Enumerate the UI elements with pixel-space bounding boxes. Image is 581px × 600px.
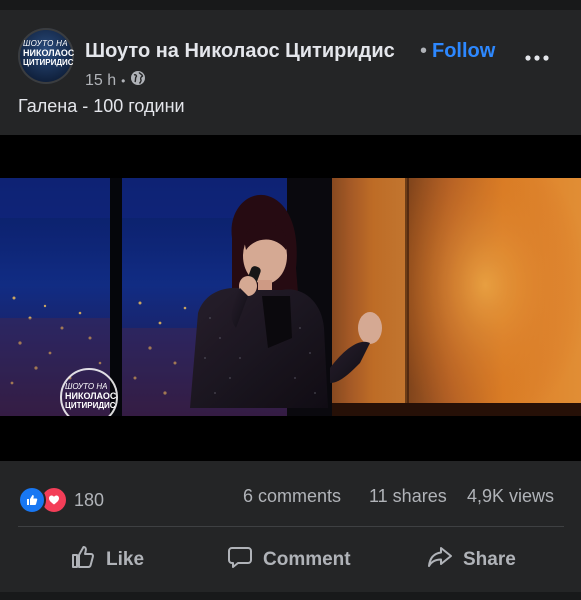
- post-stats: 180 6 comments 11 shares 4,9K views: [18, 486, 564, 514]
- divider: [18, 526, 564, 527]
- comment-bubble-icon: [227, 544, 253, 576]
- shares-count-link[interactable]: 11 shares: [369, 486, 447, 507]
- separator-dot: •: [420, 40, 428, 62]
- like-label: Like: [106, 549, 145, 570]
- post-time[interactable]: 15 h: [85, 72, 116, 90]
- like-button[interactable]: Like: [70, 535, 144, 585]
- video-frame: ШОУТО НА НИКОЛАОС ЦИТИРИДИС: [0, 178, 581, 416]
- comment-button[interactable]: Comment: [227, 535, 351, 585]
- separator-dot: •: [121, 73, 126, 88]
- share-label: Share: [463, 549, 516, 570]
- post-actions: Like Comment Share: [0, 535, 581, 591]
- thumbs-up-icon: [70, 544, 96, 576]
- comments-count-link[interactable]: 6 comments: [243, 486, 341, 507]
- reactions-summary[interactable]: 180: [18, 486, 104, 514]
- follow-button[interactable]: Follow: [432, 40, 495, 63]
- post-meta: 15 h •: [85, 70, 146, 91]
- reactions-count: 180: [74, 489, 105, 510]
- page-avatar[interactable]: ШОУТО НА НИКОЛАОС ЦИТИРИДИС: [18, 28, 74, 84]
- post-text: Галена - 100 години: [18, 96, 185, 116]
- avatar-logo: ШОУТО НА НИКОЛАОС ЦИТИРИДИС: [23, 39, 74, 67]
- page-name-link[interactable]: Шоуто на Николаос Цитиридис: [85, 40, 395, 63]
- share-button[interactable]: Share: [427, 535, 516, 585]
- views-count: 4,9K views: [467, 486, 555, 506]
- post-header: ШОУТО НА НИКОЛАОС ЦИТИРИДИС Шоуто на Ник…: [18, 28, 566, 90]
- more-options-icon[interactable]: [523, 48, 551, 68]
- globe-icon: [130, 70, 146, 91]
- like-icon: [18, 486, 46, 514]
- comment-label: Comment: [263, 549, 351, 570]
- share-arrow-icon: [427, 544, 453, 576]
- post-card: ШОУТО НА НИКОЛАОС ЦИТИРИДИС Шоуто на Ник…: [0, 10, 581, 592]
- video-player[interactable]: ШОУТО НА НИКОЛАОС ЦИТИРИДИС: [0, 135, 581, 461]
